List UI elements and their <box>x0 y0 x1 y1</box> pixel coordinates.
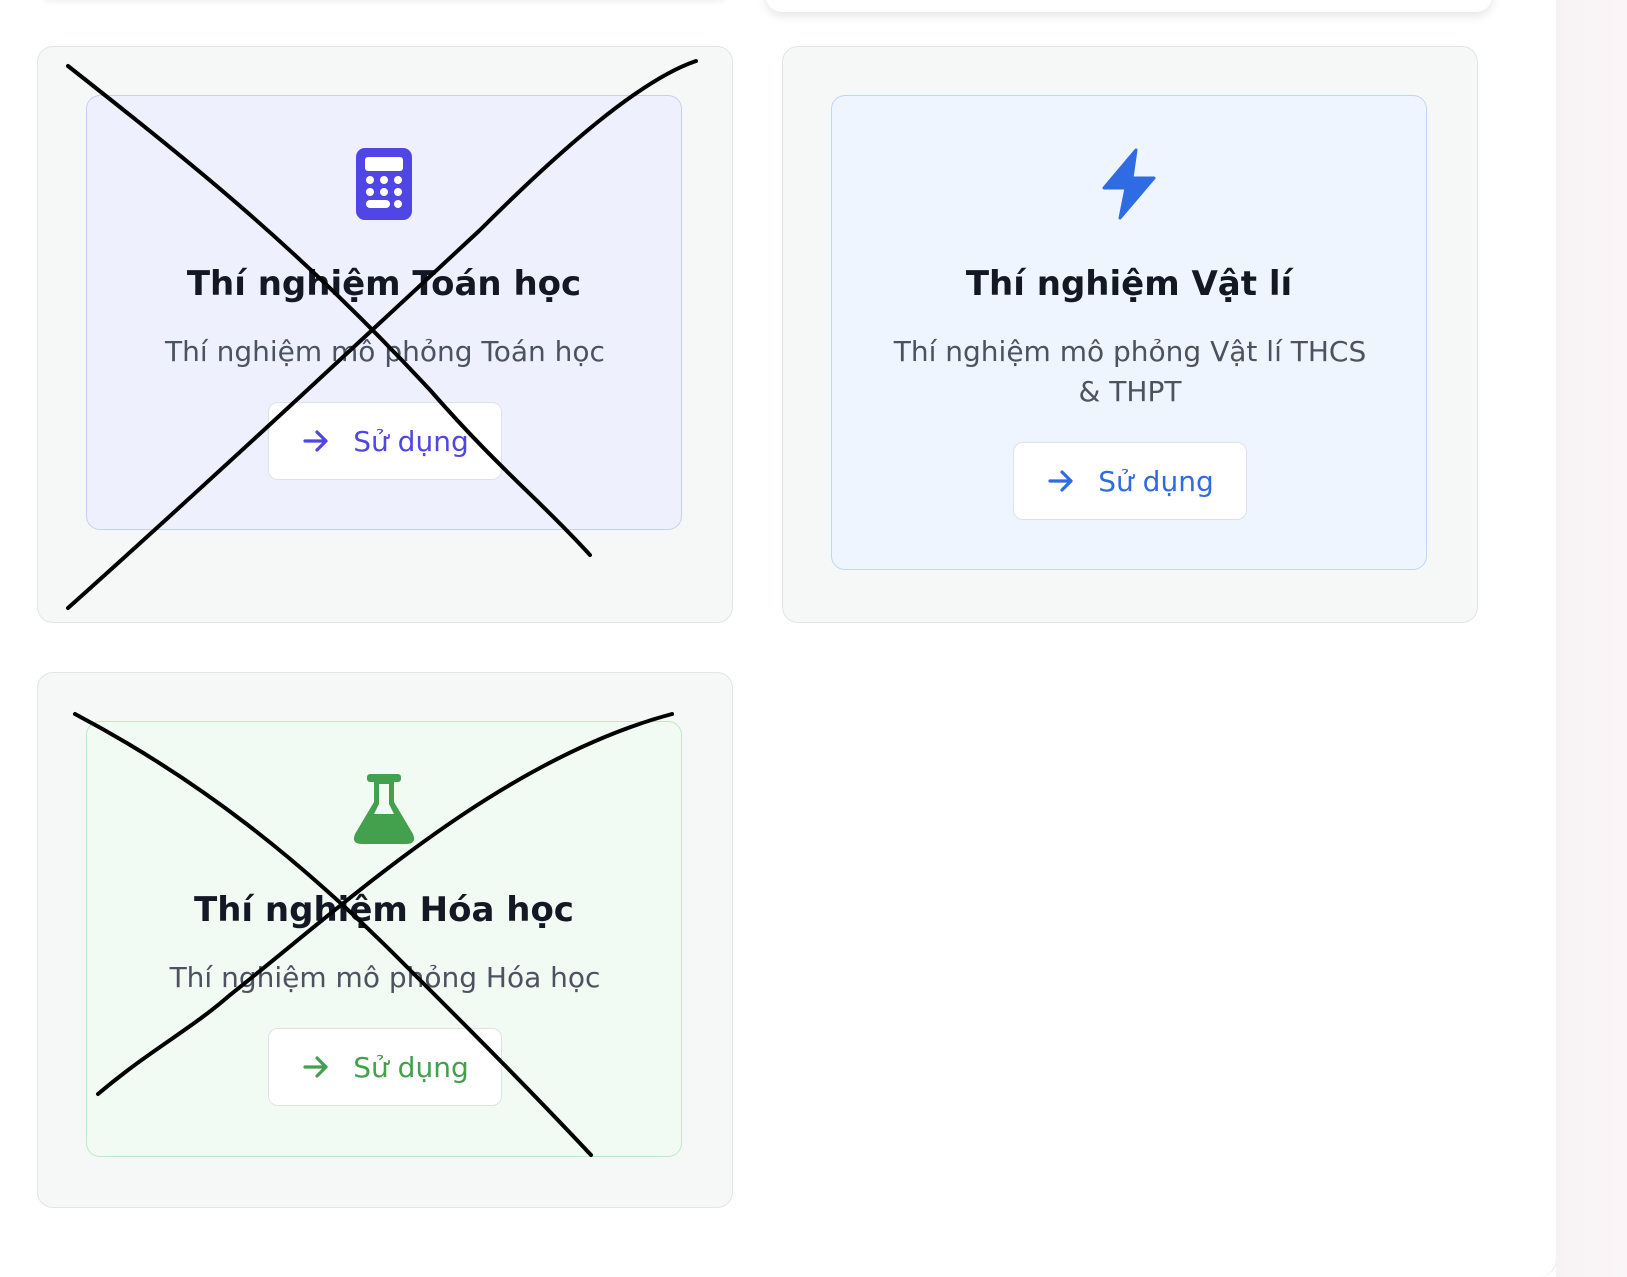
use-button-label: Sử dụng <box>1098 464 1214 498</box>
experiment-card-physics: Thí nghiệm Vật lí Thí nghiệm mô phỏng Vậ… <box>782 46 1478 623</box>
experiment-card-chemistry: Thí nghiệm Hóa học Thí nghiệm mô phỏng H… <box>37 672 733 1208</box>
card-title: Thí nghiệm Toán học <box>186 264 582 304</box>
use-button-label: Sử dụng <box>353 1050 469 1084</box>
background-strip <box>1556 0 1627 1277</box>
experiment-card-math: Thí nghiệm Toán học Thí nghiệm mô phỏng … <box>37 46 733 623</box>
calculator-icon <box>356 148 412 220</box>
card-description: Thí nghiệm mô phỏng Hóa học <box>169 961 601 994</box>
experiment-card-math-inner: Thí nghiệm Toán học Thí nghiệm mô phỏng … <box>86 95 682 530</box>
card-description: Thí nghiệm mô phỏng Toán học <box>165 335 605 368</box>
use-button-physics[interactable]: Sử dụng <box>1013 442 1247 520</box>
arrow-right-icon <box>301 426 331 456</box>
main-panel: Thí nghiệm Toán học Thí nghiệm mô phỏng … <box>0 0 1556 1277</box>
arrow-right-icon <box>301 1052 331 1082</box>
experiment-card-chemistry-inner: Thí nghiệm Hóa học Thí nghiệm mô phỏng H… <box>86 721 682 1157</box>
use-button-math[interactable]: Sử dụng <box>268 402 502 480</box>
flask-icon <box>352 774 416 846</box>
lightning-bolt-icon <box>1100 148 1158 220</box>
experiment-card-physics-inner: Thí nghiệm Vật lí Thí nghiệm mô phỏng Vậ… <box>831 95 1427 570</box>
card-title: Thí nghiệm Vật lí <box>965 264 1293 304</box>
use-button-label: Sử dụng <box>353 424 469 458</box>
use-button-chemistry[interactable]: Sử dụng <box>268 1028 502 1106</box>
card-title: Thí nghiệm Hóa học <box>194 890 574 930</box>
arrow-right-icon <box>1046 466 1076 496</box>
card-description: Thí nghiệm mô phỏng Vật lí THCS & THPT <box>893 335 1367 408</box>
previous-card-edge <box>766 0 1492 12</box>
